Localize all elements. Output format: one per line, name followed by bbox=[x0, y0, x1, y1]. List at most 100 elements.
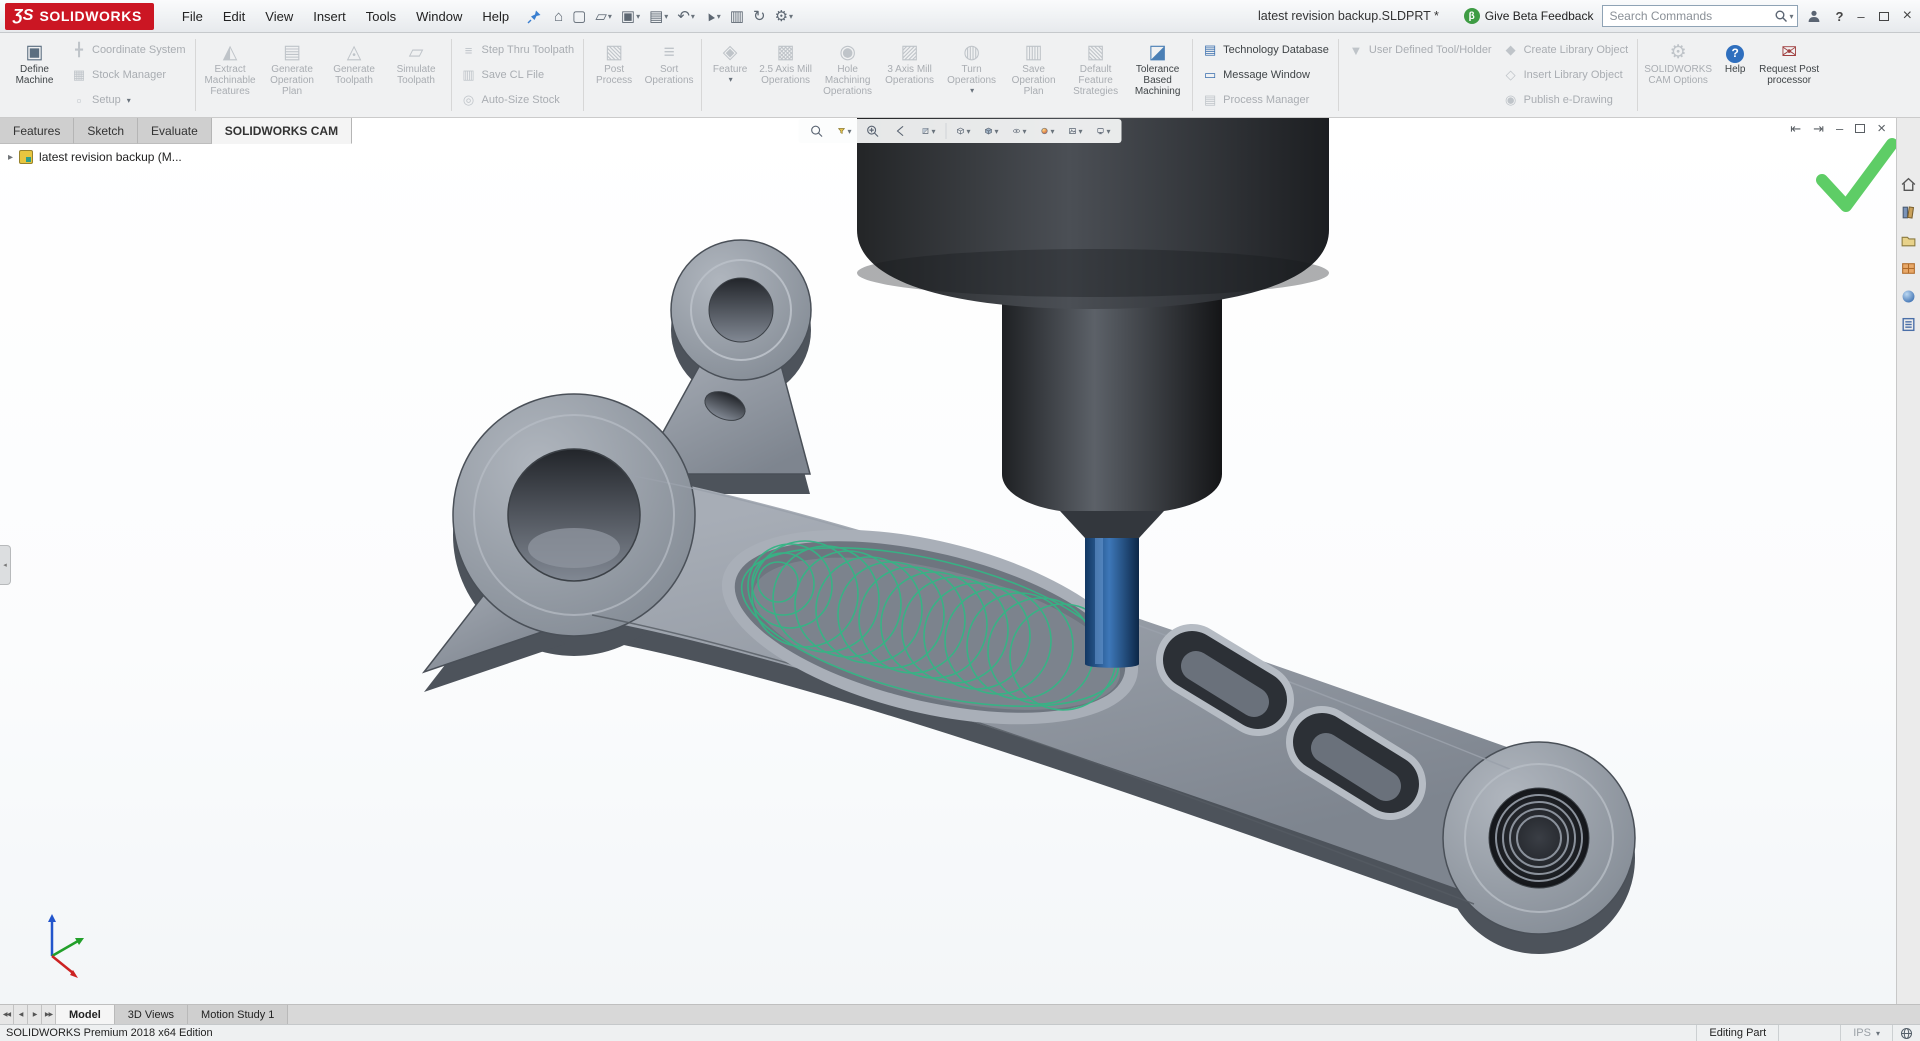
collapse-left-icon[interactable]: ⇤ bbox=[1790, 121, 1801, 137]
file-properties-icon[interactable]: ▥ bbox=[726, 5, 748, 27]
search-caret-icon[interactable]: ▾ bbox=[1789, 12, 1793, 21]
section-view-icon[interactable]: ▾ bbox=[916, 120, 942, 142]
home-icon[interactable]: ⌂ bbox=[550, 6, 567, 27]
custom-properties-icon[interactable] bbox=[1899, 314, 1919, 334]
graphics-area[interactable] bbox=[0, 118, 1896, 1004]
scroll-last-tab-icon[interactable]: ▶▶ bbox=[42, 1005, 56, 1024]
menu-window[interactable]: Window bbox=[406, 5, 472, 28]
minimize-icon[interactable]: – bbox=[1857, 9, 1864, 24]
step-thru-toolpath-button[interactable]: ≡ Step Thru Toolpath bbox=[458, 40, 578, 60]
hide-show-items-icon[interactable]: ▾ bbox=[1007, 120, 1033, 142]
rebuild-icon[interactable]: ↻ bbox=[749, 5, 770, 27]
auto-size-stock-button[interactable]: ◎ Auto-Size Stock bbox=[458, 90, 578, 110]
view-orientation-icon[interactable]: ▾ bbox=[951, 120, 977, 142]
expand-arrow-icon[interactable]: ▸ bbox=[8, 152, 13, 163]
tab-3d-views[interactable]: 3D Views bbox=[115, 1005, 188, 1024]
new-document-icon[interactable]: ▢ bbox=[568, 5, 590, 27]
options-gear-icon[interactable]: ⚙▾ bbox=[771, 5, 797, 27]
view-settings-icon[interactable]: ▾ bbox=[1091, 120, 1117, 142]
mill-25-axis-operations-button[interactable]: ▩ 2.5 Axis Mill Operations bbox=[755, 35, 816, 115]
setup-button[interactable]: ▫ Setup ▾ bbox=[68, 90, 189, 110]
help-icon[interactable]: ? bbox=[1835, 9, 1843, 24]
doc-restore-icon[interactable] bbox=[1855, 124, 1865, 133]
scroll-prev-tab-icon[interactable]: ◀ bbox=[14, 1005, 28, 1024]
technology-database-button[interactable]: ▤ Technology Database bbox=[1199, 40, 1332, 60]
undo-icon[interactable]: ↶▾ bbox=[673, 5, 699, 27]
simulate-toolpath-button[interactable]: ▱ Simulate Toolpath bbox=[386, 35, 447, 115]
tab-solidworks-cam[interactable]: SOLIDWORKS CAM bbox=[212, 118, 352, 144]
zoom-to-area-icon[interactable] bbox=[860, 120, 886, 142]
save-icon[interactable]: ▣▾ bbox=[617, 5, 644, 27]
request-post-processor-button[interactable]: ✉ Request Post processor bbox=[1756, 35, 1822, 115]
file-explorer-icon[interactable] bbox=[1899, 230, 1919, 250]
help-button[interactable]: ? Help bbox=[1715, 35, 1755, 115]
menu-file[interactable]: File bbox=[172, 5, 213, 28]
zoom-to-fit-icon[interactable] bbox=[804, 120, 830, 142]
search-input[interactable] bbox=[1607, 8, 1774, 24]
hole-machining-operations-button[interactable]: ◉ Hole Machining Operations bbox=[817, 35, 878, 115]
user-account-icon[interactable] bbox=[1807, 9, 1821, 23]
pin-menu-icon[interactable] bbox=[527, 9, 542, 24]
appearances-scenes-icon[interactable] bbox=[1899, 286, 1919, 306]
tab-sketch[interactable]: Sketch bbox=[74, 118, 138, 144]
units-label: IPS bbox=[1853, 1027, 1871, 1039]
open-icon[interactable]: ▱▾ bbox=[591, 5, 616, 27]
menu-help[interactable]: Help bbox=[472, 5, 519, 28]
tab-motion-study-1[interactable]: Motion Study 1 bbox=[188, 1005, 288, 1024]
collapse-right-icon[interactable]: ⇥ bbox=[1813, 121, 1824, 137]
close-icon[interactable]: × bbox=[1903, 7, 1912, 25]
save-operation-plan-button[interactable]: ▥ Save Operation Plan bbox=[1003, 35, 1064, 115]
edit-appearance-icon[interactable]: ▾ bbox=[1035, 120, 1061, 142]
feature-tree-root-label[interactable]: latest revision backup (M... bbox=[39, 150, 182, 164]
select-cursor-icon[interactable]: ▲▾ bbox=[700, 7, 725, 25]
coordinate-system-button[interactable]: ╋ Coordinate System bbox=[68, 40, 189, 60]
user-defined-tool-holder-button[interactable]: ▼ User Defined Tool/Holder bbox=[1345, 40, 1495, 60]
menu-tools[interactable]: Tools bbox=[356, 5, 406, 28]
tab-evaluate[interactable]: Evaluate bbox=[138, 118, 212, 144]
beta-feedback-button[interactable]: β Give Beta Feedback bbox=[1464, 8, 1594, 24]
tab-features[interactable]: Features bbox=[0, 118, 74, 144]
process-manager-button[interactable]: ▤ Process Manager bbox=[1199, 90, 1332, 110]
tab-model[interactable]: Model bbox=[56, 1005, 115, 1024]
insert-library-object-button[interactable]: ◇ Insert Library Object bbox=[1500, 65, 1632, 85]
units-selector[interactable]: IPS ▾ bbox=[1840, 1025, 1892, 1041]
maximize-icon[interactable] bbox=[1879, 12, 1889, 21]
design-library-icon[interactable] bbox=[1899, 202, 1919, 222]
annotation-filter-icon[interactable]: ▾ bbox=[832, 120, 858, 142]
graphics-viewport[interactable]: ▸ latest revision backup (M... ◂ bbox=[0, 118, 1896, 1004]
coordinate-system-icon: ╋ bbox=[71, 42, 87, 58]
web-status[interactable] bbox=[1892, 1025, 1920, 1041]
solidworks-resources-icon[interactable] bbox=[1899, 174, 1919, 194]
view-palette-icon[interactable] bbox=[1899, 258, 1919, 278]
search-icon[interactable] bbox=[1774, 9, 1788, 23]
menu-edit[interactable]: Edit bbox=[213, 5, 255, 28]
generate-toolpath-button[interactable]: ◬ Generate Toolpath bbox=[324, 35, 385, 115]
feature-button[interactable]: ◈ Feature ▾ bbox=[706, 35, 754, 115]
turn-operations-button[interactable]: ◍ Turn Operations ▾ bbox=[941, 35, 1002, 115]
menu-insert[interactable]: Insert bbox=[303, 5, 356, 28]
display-style-icon[interactable]: ▾ bbox=[979, 120, 1005, 142]
create-library-object-button[interactable]: ◆ Create Library Object bbox=[1500, 40, 1632, 60]
doc-minimize-icon[interactable]: – bbox=[1836, 121, 1843, 136]
tolerance-based-machining-button[interactable]: ◪ Tolerance Based Machining bbox=[1127, 35, 1188, 115]
default-feature-strategies-button[interactable]: ▧ Default Feature Strategies bbox=[1065, 35, 1126, 115]
mill-3-axis-operations-button[interactable]: ▨ 3 Axis Mill Operations bbox=[879, 35, 940, 115]
scroll-first-tab-icon[interactable]: ◀◀ bbox=[0, 1005, 14, 1024]
extract-machinable-features-button[interactable]: ◭ Extract Machinable Features bbox=[200, 35, 261, 115]
apply-scene-icon[interactable]: ▾ bbox=[1063, 120, 1089, 142]
feature-pane-flyout-handle[interactable]: ◂ bbox=[0, 545, 11, 585]
stock-manager-button[interactable]: ▦ Stock Manager bbox=[68, 65, 189, 85]
publish-e-drawing-button[interactable]: ◉ Publish e-Drawing bbox=[1500, 90, 1632, 110]
message-window-button[interactable]: ▭ Message Window bbox=[1199, 65, 1332, 85]
print-icon[interactable]: ▤▾ bbox=[645, 5, 672, 27]
menu-view[interactable]: View bbox=[255, 5, 303, 28]
doc-close-icon[interactable]: × bbox=[1877, 120, 1886, 137]
define-machine-button[interactable]: ▣ Define Machine bbox=[4, 35, 65, 115]
save-cl-file-button[interactable]: ▥ Save CL File bbox=[458, 65, 578, 85]
sort-operations-button[interactable]: ≡ Sort Operations bbox=[641, 35, 697, 115]
post-process-button[interactable]: ▧ Post Process bbox=[588, 35, 640, 115]
generate-operation-plan-button[interactable]: ▤ Generate Operation Plan bbox=[262, 35, 323, 115]
scroll-next-tab-icon[interactable]: ▶ bbox=[28, 1005, 42, 1024]
previous-view-icon[interactable] bbox=[888, 120, 914, 142]
solidworks-cam-options-button[interactable]: ⚙ SOLIDWORKS CAM Options bbox=[1642, 35, 1714, 115]
